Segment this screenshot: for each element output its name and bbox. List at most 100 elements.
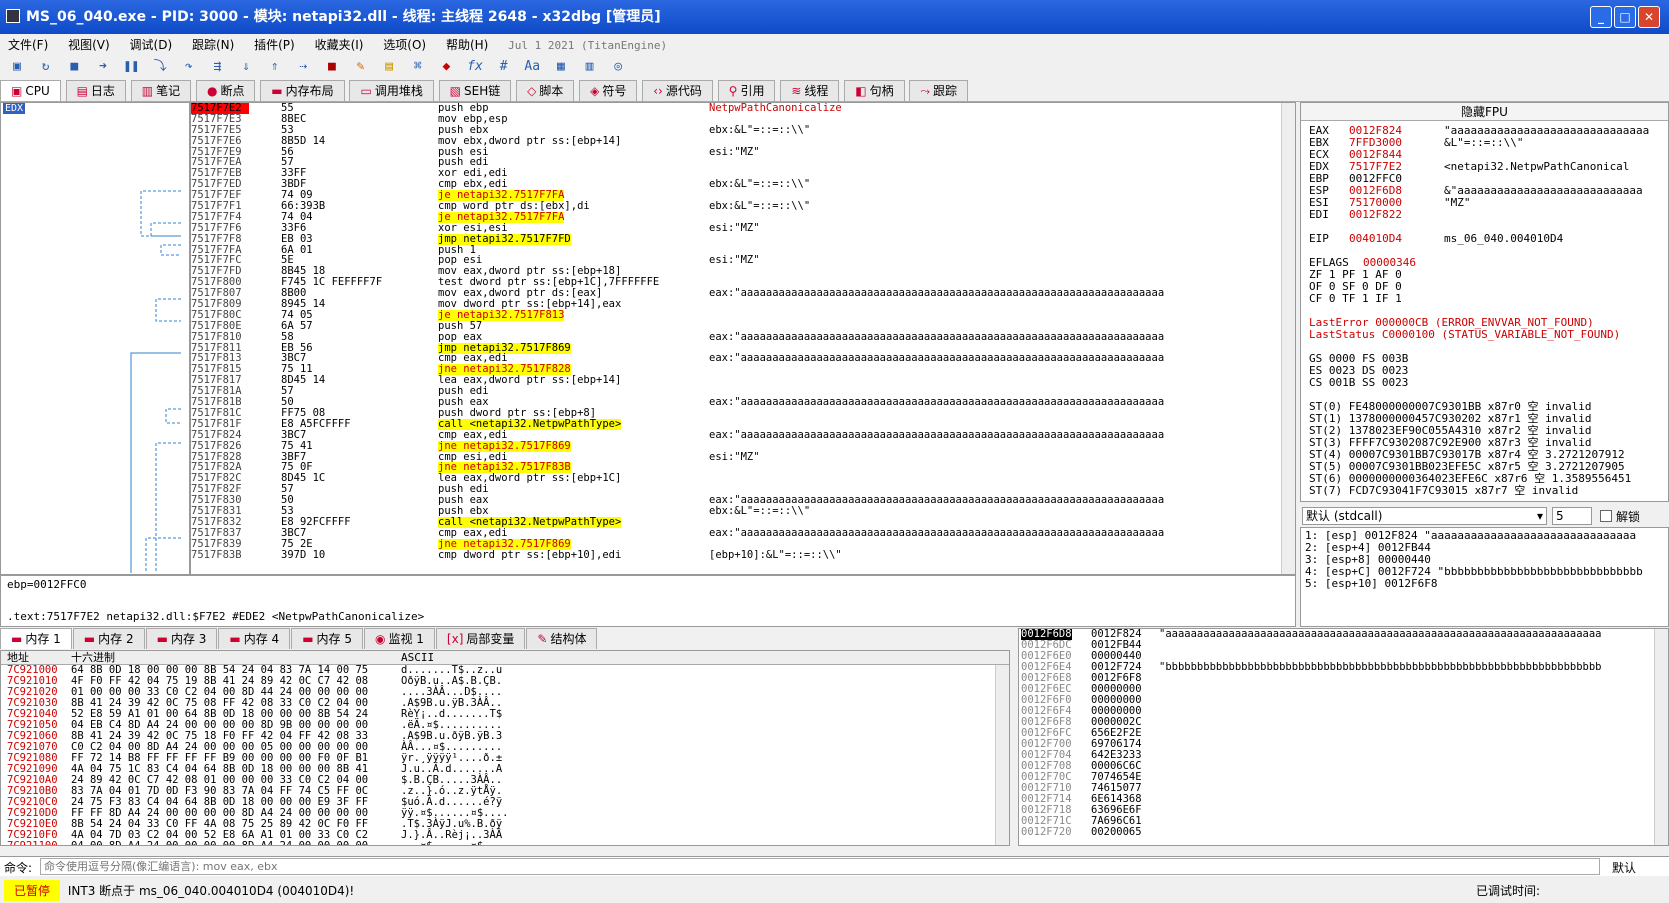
dump-tab[interactable]: ✎ 结构体 bbox=[526, 628, 598, 649]
menu-plugins[interactable]: 插件(P) bbox=[246, 34, 303, 55]
disasm-row[interactable]: 7517F83B 397D 10 cmp dword ptr ss:[ebp+10]… bbox=[191, 549, 1295, 561]
menu-options[interactable]: 选项(O) bbox=[375, 34, 434, 55]
tab-references[interactable]: ⚲ 引用 bbox=[717, 80, 776, 101]
disasm-row[interactable]: 7517F7ED 3BDF cmp ebx,edi ebx:&L"=::=::\\" bbox=[191, 179, 1295, 190]
dump-scrollbar[interactable] bbox=[995, 665, 1009, 845]
dump-tab[interactable]: ◉ 监视 1 bbox=[363, 628, 435, 649]
menu-view[interactable]: 视图(V) bbox=[60, 34, 118, 55]
stack-row[interactable]: 0012F720 00200065 bbox=[1019, 827, 1668, 838]
execute-till-return-icon[interactable]: ⇑ bbox=[264, 56, 286, 78]
disasm-row[interactable]: 7517F813 3BC7 cmp eax,edi eax:"aaaaaaaaaaaa… bbox=[191, 353, 1295, 364]
disasm-row[interactable]: 7517F810 58 pop eax eax:"aaaaaaaaaaaaaaaaaa… bbox=[191, 331, 1295, 343]
label-icon[interactable]: ⌘ bbox=[407, 56, 429, 78]
pause-icon[interactable]: ❚❚ bbox=[121, 56, 143, 78]
disasm-row[interactable]: 7517F826 75 41 jne netapi32.7517F869 bbox=[191, 440, 1295, 452]
disasm-row[interactable]: 7517F7F8 EB 03 jmp netapi32.7517F7FD bbox=[191, 233, 1295, 245]
dump-tab[interactable]: ▬ 内存 5 bbox=[291, 628, 363, 649]
minimize-button[interactable]: _ bbox=[1590, 6, 1612, 28]
dump-tab[interactable]: [x] 局部变量 bbox=[435, 628, 526, 649]
bookmark-icon[interactable]: ◆ bbox=[435, 56, 457, 78]
memory-dump[interactable]: 地址 十六进制 ASCII 7C921000 64 8B 0D 18 00 00 … bbox=[0, 650, 1010, 846]
tab-threads[interactable]: ≋ 线程 bbox=[780, 80, 840, 101]
disasm-row[interactable]: 7517F807 8B00 mov eax,dword ptr ds:[eax] ea… bbox=[191, 288, 1295, 299]
disasm-row[interactable]: 7517F828 3BF7 cmp esi,edi esi:"MZ" bbox=[191, 451, 1295, 463]
function-icon[interactable]: fx bbox=[464, 56, 486, 78]
register-row[interactable]: EIP 004010D4 ms_06_040.004010D4 bbox=[1301, 233, 1668, 245]
tab-seh[interactable]: ▧ SEH链 bbox=[438, 80, 512, 101]
tab-symbols[interactable]: ◈ 符号 bbox=[579, 80, 638, 101]
disasm-scrollbar[interactable] bbox=[1281, 103, 1295, 574]
tab-script[interactable]: ◇ 脚本 bbox=[516, 80, 575, 101]
patch-icon[interactable]: ✎ bbox=[350, 56, 372, 78]
menu-file[interactable]: 文件(F) bbox=[0, 34, 56, 55]
tab-notes[interactable]: ▥ 笔记 bbox=[130, 80, 192, 101]
disasm-row[interactable]: 7517F839 75 2E jne netapi32.7517F869 bbox=[191, 538, 1295, 550]
tab-log[interactable]: ▤ 日志 bbox=[65, 80, 126, 101]
disassembly-view[interactable]: 7517F7E2 55 push ebp NetpwPathCanonicalize 7… bbox=[190, 102, 1296, 575]
disasm-row[interactable]: 7517F7F1 66:393B cmp word ptr ds:[ebx],di e… bbox=[191, 201, 1295, 212]
segment-row[interactable]: CS 001B SS 0023 bbox=[1301, 377, 1668, 389]
dump-row[interactable]: 7C921100 04 00 8D A4 24 00 00 00 00 8D A4… bbox=[1, 841, 1009, 846]
unlock-checkbox[interactable] bbox=[1600, 510, 1612, 522]
disasm-row[interactable]: 7517F82C 8D45 1C lea eax,dword ptr ss:[ebp… bbox=[191, 473, 1295, 484]
disasm-row[interactable]: 7517F81C FF75 08 push dword ptr ss:[ebp+8] bbox=[191, 408, 1295, 419]
disasm-row[interactable]: 7517F81B 50 push eax eax:"aaaaaaaaaaaaaaaaa… bbox=[191, 397, 1295, 408]
tab-cpu[interactable]: ▣ CPU bbox=[0, 80, 61, 101]
close-icon[interactable]: ■ bbox=[63, 56, 85, 78]
disasm-row[interactable]: 7517F809 8945 14 mov dword ptr ss:[ebp+14]… bbox=[191, 299, 1295, 310]
comment-icon[interactable]: ▤ bbox=[378, 56, 400, 78]
menu-trace[interactable]: 跟踪(N) bbox=[184, 34, 242, 55]
menu-favourites[interactable]: 收藏夹(I) bbox=[307, 34, 372, 55]
disasm-row[interactable]: 7517F824 3BC7 cmp eax,edi eax:"aaaaaaaaaaaa… bbox=[191, 429, 1295, 441]
menu-help[interactable]: 帮助(H) bbox=[438, 34, 496, 55]
register-row[interactable]: EDI 0012F822 bbox=[1301, 209, 1668, 221]
disasm-row[interactable]: 7517F7E5 53 push ebx ebx:&L"=::=::\\" bbox=[191, 124, 1295, 136]
dump-tab[interactable]: ▬ 内存 1 bbox=[0, 628, 72, 649]
notes-icon[interactable]: ▥ bbox=[579, 56, 601, 78]
disasm-row[interactable]: 7517F815 75 11 jne netapi32.7517F828 bbox=[191, 364, 1295, 376]
disasm-row[interactable]: 7517F80C 74 05 je netapi32.7517F813 bbox=[191, 310, 1295, 321]
disasm-row[interactable]: 7517F837 3BC7 cmp eax,edi eax:"aaaaaaaaaaaa… bbox=[191, 527, 1295, 539]
tab-memory-map[interactable]: ▬ 内存布局 bbox=[260, 80, 345, 101]
dump-tab[interactable]: ▬ 内存 2 bbox=[72, 628, 145, 649]
disasm-row[interactable]: 7517F831 53 push ebx ebx:&L"=::=::\\" bbox=[191, 506, 1295, 517]
tab-trace[interactable]: ⤳ 跟踪 bbox=[909, 80, 969, 101]
command-input[interactable] bbox=[40, 858, 1600, 875]
disasm-row[interactable]: 7517F7E9 56 push esi esi:"MZ" bbox=[191, 146, 1295, 158]
command-mode[interactable]: 默认 bbox=[1612, 859, 1636, 876]
disasm-row[interactable]: 7517F817 8D45 14 lea eax,dword ptr ss:[ebp… bbox=[191, 375, 1295, 386]
arg-row[interactable]: 5: [esp+10] 0012F6F8 bbox=[1305, 578, 1664, 590]
step-over-icon[interactable]: ↷ bbox=[178, 56, 200, 78]
trace-over-icon[interactable]: ⇓ bbox=[235, 56, 257, 78]
disasm-row[interactable]: 7517F7E6 8B5D 14 mov ebx,dword ptr ss:[ebp… bbox=[191, 135, 1295, 147]
disasm-row[interactable]: 7517F7E2 55 push ebp NetpwPathCanonicalize bbox=[191, 103, 1295, 114]
open-icon[interactable]: ▣ bbox=[6, 56, 28, 78]
tab-call-stack[interactable]: ▭ 调用堆栈 bbox=[349, 80, 434, 101]
hide-fpu-button[interactable]: 隐藏FPU bbox=[1301, 103, 1668, 121]
step-into-icon[interactable]: ⤵ bbox=[149, 56, 171, 78]
scylla-icon[interactable]: ■ bbox=[321, 56, 343, 78]
disasm-row[interactable]: 7517F7EA 57 push edi bbox=[191, 157, 1295, 168]
trace-into-icon[interactable]: ⇶ bbox=[206, 56, 228, 78]
close-button[interactable]: ✕ bbox=[1638, 6, 1660, 28]
dump-tab[interactable]: ▬ 内存 3 bbox=[145, 628, 218, 649]
arg-count-stepper[interactable]: 5 bbox=[1552, 507, 1592, 525]
globe-icon[interactable]: ◎ bbox=[607, 56, 629, 78]
run-to-user-code-icon[interactable]: ⇢ bbox=[292, 56, 314, 78]
hash-icon[interactable]: # bbox=[493, 56, 515, 78]
restart-icon[interactable]: ↻ bbox=[35, 56, 57, 78]
tab-breakpoints[interactable]: ● 断点 bbox=[195, 80, 256, 101]
tab-source[interactable]: ‹› 源代码 bbox=[642, 80, 713, 101]
font-icon[interactable]: Aa bbox=[521, 56, 543, 78]
maximize-button[interactable]: □ bbox=[1614, 6, 1636, 28]
flags-row[interactable]: CF 0 TF 1 IF 1 bbox=[1301, 293, 1668, 305]
menu-debug[interactable]: 调试(D) bbox=[122, 34, 181, 55]
dump-tab[interactable]: ▬ 内存 4 bbox=[218, 628, 291, 649]
disasm-row[interactable]: 7517F82A 75 0F jne netapi32.7517F83B bbox=[191, 462, 1295, 474]
calculator-icon[interactable]: ▦ bbox=[550, 56, 572, 78]
tab-handles[interactable]: ◧ 句柄 bbox=[844, 80, 905, 101]
call-convention-select[interactable]: 默认 (stdcall) ▾ bbox=[1302, 507, 1547, 525]
stack-view[interactable]: 0012F6D8 0012F824 "aaaaaaaaaaaaaaaaaaaaaaa… bbox=[1018, 628, 1669, 846]
disasm-row[interactable]: 7517F7FC 5E pop esi esi:"MZ" bbox=[191, 255, 1295, 266]
disasm-row[interactable]: 7517F7F6 33F6 xor esi,esi esi:"MZ" bbox=[191, 222, 1295, 234]
